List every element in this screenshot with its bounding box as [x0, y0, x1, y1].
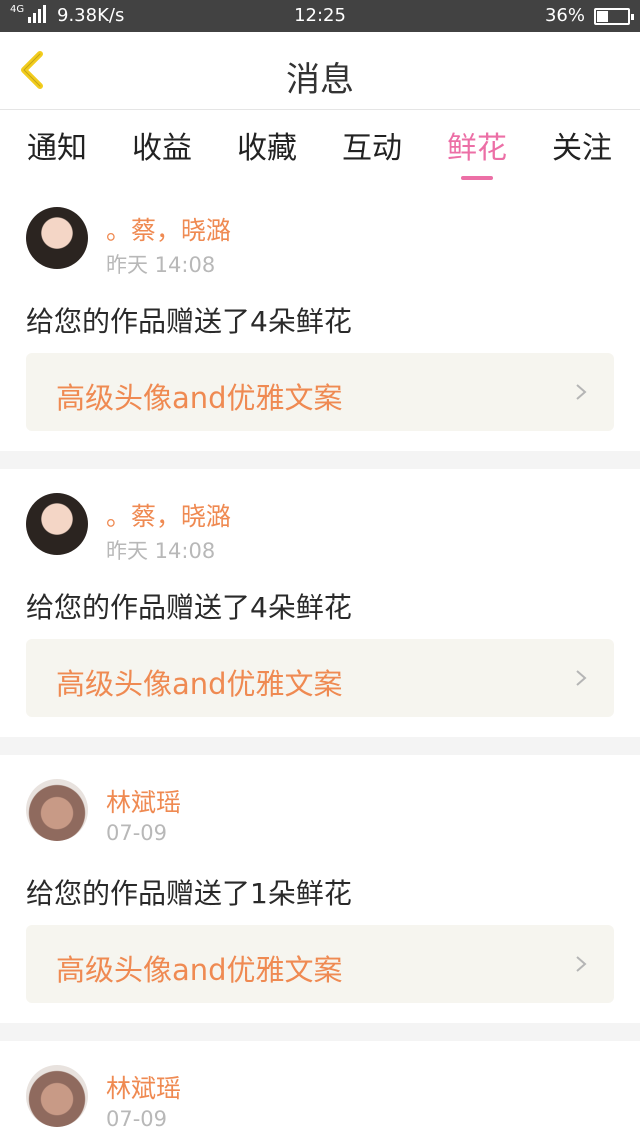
tab-favorites[interactable]: 收藏 [222, 123, 312, 167]
work-title: 高级头像and优雅文案 [56, 381, 343, 415]
chevron-right-icon [576, 670, 587, 686]
avatar[interactable] [26, 493, 88, 555]
sender-name[interactable]: 林斌瑶 [106, 783, 181, 819]
avatar[interactable] [26, 207, 88, 269]
message-card: 。蔡，晓潞 昨天 14:08 给您的作品赠送了4朵鲜花 高级头像and优雅文案 [0, 183, 640, 451]
sender-name[interactable]: 。蔡，晓潞 [106, 497, 231, 533]
divider [0, 451, 640, 469]
chevron-right-icon [576, 956, 587, 972]
work-link[interactable]: 高级头像and优雅文案 [26, 353, 614, 431]
work-link[interactable]: 高级头像and优雅文案 [26, 925, 614, 1003]
sender-name[interactable]: 林斌瑶 [106, 1069, 181, 1105]
avatar[interactable] [26, 779, 88, 841]
work-title: 高级头像and优雅文案 [56, 953, 343, 987]
message-time: 昨天 14:08 [106, 253, 216, 277]
active-tab-indicator [461, 176, 493, 180]
work-link[interactable]: 高级头像and优雅文案 [26, 639, 614, 717]
tab-follows[interactable]: 关注 [537, 123, 627, 167]
sender-name[interactable]: 。蔡，晓潞 [106, 211, 231, 247]
message-text: 给您的作品赠送了1朵鲜花 [26, 877, 352, 910]
tab-label: 鲜花 [447, 131, 507, 166]
message-text: 给您的作品赠送了4朵鲜花 [26, 305, 352, 338]
status-bar: 4G 9.38K/s 12:25 36% [0, 0, 640, 32]
tab-interactions[interactable]: 互动 [327, 123, 417, 167]
tab-label: 通知 [27, 131, 87, 166]
message-card: 林斌瑶 07-09 [0, 1041, 640, 1138]
battery-percent: 36% [544, 5, 585, 26]
tab-notifications[interactable]: 通知 [12, 123, 102, 167]
tab-bar: 通知 收益 收藏 互动 鲜花 关注 [0, 111, 640, 183]
message-time: 昨天 14:08 [106, 539, 216, 563]
message-time: 07-09 [106, 1107, 168, 1131]
message-time: 07-09 [106, 821, 168, 845]
divider [0, 737, 640, 755]
tab-label: 收益 [132, 131, 192, 166]
nav-header: 消息 [0, 32, 640, 110]
tab-label: 关注 [552, 131, 612, 166]
tab-label: 互动 [342, 131, 402, 166]
message-card: 林斌瑶 07-09 给您的作品赠送了1朵鲜花 高级头像and优雅文案 [0, 755, 640, 1023]
chevron-right-icon [576, 384, 587, 400]
page-title: 消息 [286, 60, 354, 100]
divider [0, 1023, 640, 1041]
tab-label: 收藏 [237, 131, 297, 166]
work-title: 高级头像and优雅文案 [56, 667, 343, 701]
avatar[interactable] [26, 1065, 88, 1127]
tab-flowers[interactable]: 鲜花 [432, 123, 522, 180]
battery-icon [594, 8, 634, 25]
message-card: 。蔡，晓潞 昨天 14:08 给您的作品赠送了4朵鲜花 高级头像and优雅文案 [0, 469, 640, 737]
tab-earnings[interactable]: 收益 [117, 123, 207, 167]
message-text: 给您的作品赠送了4朵鲜花 [26, 591, 352, 624]
